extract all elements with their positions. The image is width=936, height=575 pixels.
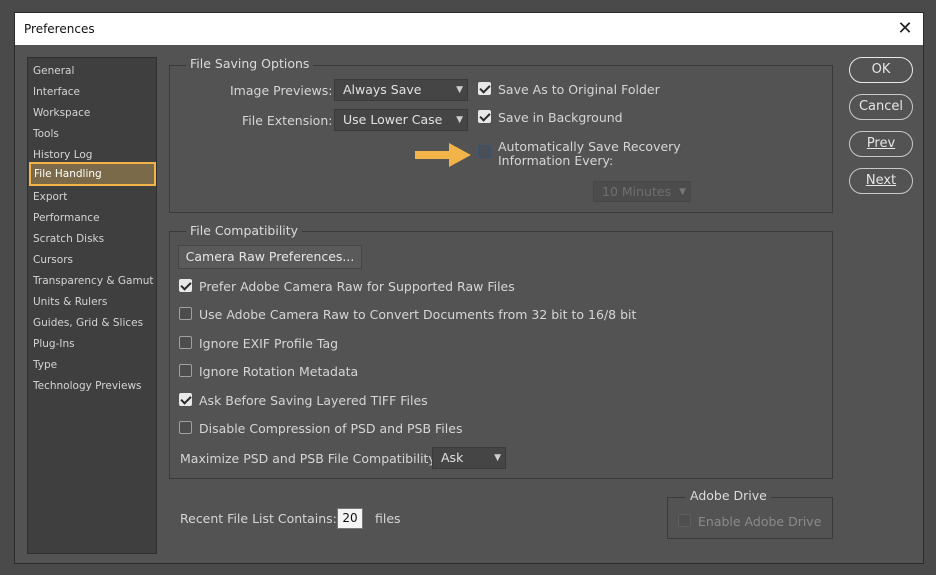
sidebar-item-plug-ins[interactable]: Plug-Ins xyxy=(28,334,156,355)
disable-compression-checkbox[interactable] xyxy=(179,421,192,434)
auto-save-recovery-label: Automatically Save Recovery Information … xyxy=(498,140,681,168)
sidebar-item-export[interactable]: Export xyxy=(28,187,156,208)
auto-save-interval-value: 10 Minutes xyxy=(602,184,672,199)
save-background-checkbox[interactable] xyxy=(478,110,491,123)
save-original-folder-checkbox[interactable] xyxy=(478,82,491,95)
chevron-down-icon: ▼ xyxy=(679,187,686,197)
window-title: Preferences xyxy=(24,22,95,36)
chevron-down-icon: ▼ xyxy=(494,453,501,463)
chevron-down-icon: ▼ xyxy=(456,85,463,95)
sidebar-item-transparency-gamut[interactable]: Transparency & Gamut xyxy=(28,271,156,292)
preferences-dialog: Preferences ✕ General Interface Workspac… xyxy=(14,12,924,564)
pointer-arrow-icon xyxy=(415,143,471,167)
recent-file-unit-label: files xyxy=(375,511,401,526)
use-camera-raw-convert-label: Use Adobe Camera Raw to Convert Document… xyxy=(199,307,637,322)
sidebar-item-file-handling[interactable]: File Handling xyxy=(29,162,156,186)
ignore-exif-checkbox[interactable] xyxy=(179,336,192,349)
auto-save-label-line2: Information Every: xyxy=(498,153,614,168)
enable-adobe-drive-label: Enable Adobe Drive xyxy=(698,514,822,529)
file-extension-select[interactable]: Use Lower Case ▼ xyxy=(334,109,468,131)
recent-file-count-input[interactable]: 20 xyxy=(337,508,363,529)
file-extension-label: File Extension: xyxy=(242,113,333,128)
auto-save-recovery-checkbox[interactable] xyxy=(478,145,491,158)
sidebar-item-interface[interactable]: Interface xyxy=(28,82,156,103)
sidebar-item-general[interactable]: General xyxy=(28,61,156,82)
file-extension-value: Use Lower Case xyxy=(343,112,443,127)
ignore-rotation-label: Ignore Rotation Metadata xyxy=(199,364,359,379)
save-background-label: Save in Background xyxy=(498,110,623,125)
close-icon[interactable]: ✕ xyxy=(893,17,917,41)
sidebar-item-cursors[interactable]: Cursors xyxy=(28,250,156,271)
sidebar-item-guides-grid-slices[interactable]: Guides, Grid & Slices xyxy=(28,313,156,334)
sidebar-item-tools[interactable]: Tools xyxy=(28,124,156,145)
sidebar-item-workspace[interactable]: Workspace xyxy=(28,103,156,124)
file-compatibility-title: File Compatibility xyxy=(186,223,303,238)
auto-save-label-line1: Automatically Save Recovery xyxy=(498,139,681,154)
file-saving-options-title: File Saving Options xyxy=(186,56,314,71)
chevron-down-icon: ▼ xyxy=(456,115,463,125)
ignore-exif-label: Ignore EXIF Profile Tag xyxy=(199,336,339,351)
auto-save-interval-select[interactable]: 10 Minutes ▼ xyxy=(593,181,691,202)
enable-adobe-drive-checkbox[interactable] xyxy=(678,514,691,527)
sidebar-item-type[interactable]: Type xyxy=(28,355,156,376)
maximize-compatibility-value: Ask xyxy=(441,450,464,465)
save-original-folder-label: Save As to Original Folder xyxy=(498,82,660,97)
prefer-camera-raw-checkbox[interactable] xyxy=(179,279,192,292)
sidebar-item-scratch-disks[interactable]: Scratch Disks xyxy=(28,229,156,250)
image-previews-label: Image Previews: xyxy=(230,83,333,98)
ignore-rotation-checkbox[interactable] xyxy=(179,364,192,377)
ok-button[interactable]: OK xyxy=(849,57,913,83)
disable-compression-label: Disable Compression of PSD and PSB Files xyxy=(199,421,463,436)
sidebar-item-units-rulers[interactable]: Units & Rulers xyxy=(28,292,156,313)
camera-raw-preferences-button[interactable]: Camera Raw Preferences... xyxy=(178,245,362,269)
sidebar-item-technology-previews[interactable]: Technology Previews xyxy=(28,376,156,397)
use-camera-raw-convert-checkbox[interactable] xyxy=(179,307,192,320)
title-bar: Preferences ✕ xyxy=(15,13,923,45)
image-previews-select[interactable]: Always Save ▼ xyxy=(334,79,468,101)
recent-file-list-label: Recent File List Contains: xyxy=(180,511,337,526)
prev-button[interactable]: Prev xyxy=(849,131,913,157)
prefer-camera-raw-label: Prefer Adobe Camera Raw for Supported Ra… xyxy=(199,279,515,294)
image-previews-value: Always Save xyxy=(343,82,422,97)
ask-layered-tiff-label: Ask Before Saving Layered TIFF Files xyxy=(199,393,428,408)
maximize-compatibility-label: Maximize PSD and PSB File Compatibility: xyxy=(180,451,440,466)
sidebar-item-performance[interactable]: Performance xyxy=(28,208,156,229)
category-sidebar: General Interface Workspace Tools Histor… xyxy=(27,57,157,554)
ask-layered-tiff-checkbox[interactable] xyxy=(179,393,192,406)
maximize-compatibility-select[interactable]: Ask ▼ xyxy=(432,447,506,469)
adobe-drive-title: Adobe Drive xyxy=(686,488,771,503)
cancel-button[interactable]: Cancel xyxy=(849,94,913,120)
next-button[interactable]: Next xyxy=(849,168,913,194)
